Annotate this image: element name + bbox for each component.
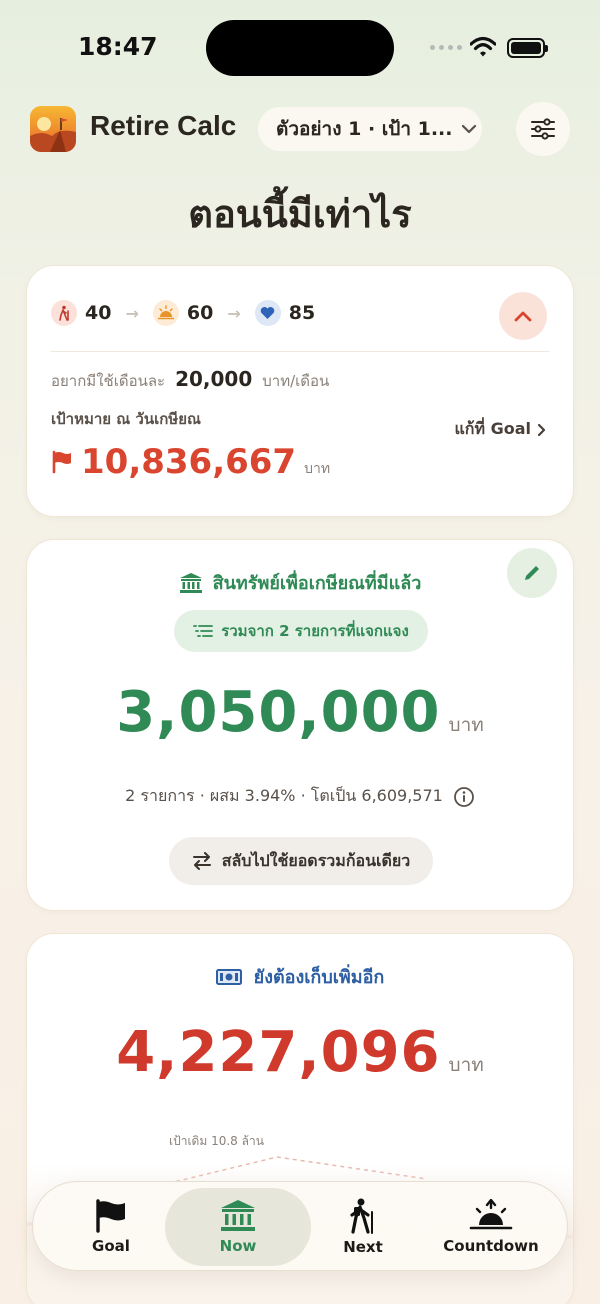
chevron-down-icon [461,124,476,134]
app-logo [30,106,76,152]
arrow-right-icon: → [227,303,241,323]
monthly-label: อยากมีใช้เดือนละ [51,372,166,390]
goal-summary-card: 40 → 60 → 85 อยากมีใช้เดือนละ 20,000 บาท… [26,265,574,517]
remaining-value: 4,227,096 [116,1020,441,1085]
tab-next-label: Next [343,1238,383,1256]
assets-title: สินทรัพย์เพื่อเกษียณที่มีแล้ว [27,568,573,597]
monthly-spend: อยากมีใช้เดือนละ 20,000 บาท/เดือน [51,367,329,393]
breakdown-label: รวมจาก 2 รายการที่แจกแจง [221,622,409,640]
assets-total: 3,050,000 บาท [27,680,573,745]
divider [51,351,549,352]
goal-amount: 10,836,667 บาท [51,442,330,482]
heart-icon [254,300,281,326]
assets-summary-text: 2 รายการ · ผสม 3.94% · โตเป็น 6,609,571 [125,786,443,805]
bank-icon [221,1200,255,1231]
retire-age: 60 [186,302,214,324]
scenario-selector[interactable]: ตัวอย่าง 1 · เป้า 1... [258,107,482,151]
life-age: 85 [288,302,316,324]
assets-total-value: 3,050,000 [116,680,441,745]
wifi-icon [469,36,497,62]
tab-goal-label: Goal [92,1237,130,1255]
money-icon [215,968,242,985]
edit-goal-label: แก้ที่ Goal [454,419,531,438]
flag-icon [96,1199,125,1233]
goal-unit: บาท [304,461,331,477]
monthly-value: 20,000 [175,367,253,391]
tab-countdown-label: Countdown [443,1237,539,1255]
status-time: 18:47 [78,32,158,61]
remaining-title-label: ยังต้องเก็บเพิ่มอีก [253,967,385,988]
info-icon[interactable] [453,786,475,808]
collapse-button[interactable] [499,292,547,340]
breakdown-pill[interactable]: รวมจาก 2 รายการที่แจกแจง [174,610,428,652]
age-row: 40 → 60 → 85 [51,300,315,326]
assets-title-label: สินทรัพย์เพื่อเกษียณที่มีแล้ว [212,573,422,594]
switch-mode-button[interactable]: สลับไปใช้ยอดรวมก้อนเดียว [169,837,433,885]
arrow-right-icon: → [125,303,139,323]
hiker-icon [350,1198,373,1234]
page-title: ตอนนี้มีเท่าไร [188,192,412,236]
current-age: 40 [85,302,112,324]
settings-button[interactable] [516,102,570,156]
flag-icon [52,450,71,474]
tab-countdown[interactable]: Countdown [427,1188,555,1266]
goal-value: 10,836,667 [81,442,297,482]
swap-icon [192,852,211,870]
assets-total-unit: บาท [448,714,484,736]
battery-icon [507,38,548,58]
bank-icon [179,572,202,593]
sliders-icon [531,118,555,140]
remaining-title: ยังต้องเก็บเพิ่มอีก [27,962,573,991]
tab-now[interactable]: Now [165,1188,311,1266]
scenario-label: ตัวอย่าง 1 · เป้า 1... [276,118,453,140]
remaining-unit: บาท [448,1054,484,1076]
app-name: Retire Calc [90,110,237,141]
monthly-unit: บาท/เดือน [262,372,330,390]
tab-now-label: Now [219,1237,257,1255]
tab-next[interactable]: Next [299,1188,427,1266]
chevron-right-icon [537,423,546,436]
edit-goal-link[interactable]: แก้ที่ Goal [454,417,547,442]
tab-goal[interactable]: Goal [47,1188,175,1266]
tab-bar: Goal Now Next Countdown [32,1181,568,1271]
signal-icon [430,45,462,50]
assets-card: สินทรัพย์เพื่อเกษียณที่มีแล้ว รวมจาก 2 ร… [26,539,574,911]
hiker-icon [51,300,77,326]
remaining-amount: 4,227,096 บาท [27,1020,573,1085]
goal-label: เป้าหมาย ณ วันเกษียณ [51,410,201,428]
assets-summary: 2 รายการ · ผสม 3.94% · โตเป็น 6,609,571 [27,784,573,809]
sunrise-icon [469,1199,513,1230]
list-icon [193,625,214,637]
switch-mode-label: สลับไปใช้ยอดรวมก้อนเดียว [221,850,411,870]
dynamic-island [206,20,394,76]
sunrise-icon [152,300,179,326]
chevron-up-icon [514,311,532,322]
